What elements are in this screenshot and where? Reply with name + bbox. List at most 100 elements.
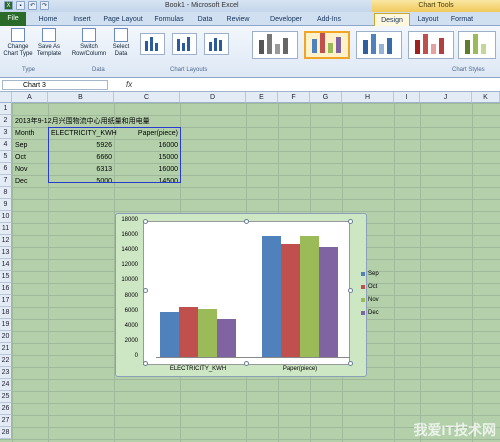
column-header-i[interactable]: I bbox=[394, 92, 420, 103]
column-header-h[interactable]: H bbox=[342, 92, 394, 103]
chart-style-4[interactable] bbox=[408, 31, 454, 59]
table-icon bbox=[114, 28, 128, 42]
row-header-10[interactable]: 10 bbox=[0, 211, 12, 223]
column-header-c[interactable]: C bbox=[114, 92, 180, 103]
resize-handle[interactable] bbox=[348, 288, 353, 293]
row-header-24[interactable]: 24 bbox=[0, 379, 12, 391]
resize-handle[interactable] bbox=[348, 219, 353, 224]
legend-label: Nov bbox=[368, 297, 379, 303]
row-header-13[interactable]: 13 bbox=[0, 247, 12, 259]
chart-style-3[interactable] bbox=[356, 31, 402, 59]
bar-dec-0[interactable] bbox=[217, 319, 236, 357]
save-as-template-button[interactable]: Save As Template bbox=[34, 28, 64, 58]
month-cell[interactable]: Nov bbox=[13, 164, 29, 176]
row-header-8[interactable]: 8 bbox=[0, 187, 12, 199]
bar-nov-0[interactable] bbox=[198, 309, 217, 357]
month-cell[interactable]: Sep bbox=[13, 140, 29, 152]
month-cell[interactable]: Oct bbox=[13, 152, 28, 164]
row-header-7[interactable]: 7 bbox=[0, 175, 12, 187]
bar-oct-0[interactable] bbox=[179, 306, 198, 357]
column-header-f[interactable]: F bbox=[278, 92, 310, 103]
row-header-6[interactable]: 6 bbox=[0, 163, 12, 175]
redo-icon[interactable]: ↷ bbox=[40, 1, 49, 10]
column-header-e[interactable]: E bbox=[246, 92, 278, 103]
switch-row-column-button[interactable]: Switch Row/Column bbox=[70, 28, 108, 58]
row-header-3[interactable]: 3 bbox=[0, 127, 12, 139]
chart-style-1[interactable] bbox=[252, 31, 298, 59]
resize-handle[interactable] bbox=[244, 361, 249, 366]
tab-data[interactable]: Data bbox=[192, 13, 218, 26]
chart-style-5[interactable] bbox=[458, 31, 496, 59]
tab-layout[interactable]: Layout bbox=[412, 13, 444, 26]
select-data-button[interactable]: Select Data bbox=[110, 28, 132, 58]
tab-review[interactable]: Review bbox=[222, 13, 254, 26]
legend-item-oct: Oct bbox=[361, 284, 377, 290]
column-header-d[interactable]: D bbox=[180, 92, 246, 103]
row-header-9[interactable]: 9 bbox=[0, 199, 12, 211]
name-box[interactable]: Chart 3 bbox=[2, 80, 108, 90]
row-header-19[interactable]: 19 bbox=[0, 319, 12, 331]
chart-style-2-selected[interactable] bbox=[304, 31, 350, 59]
resize-handle[interactable] bbox=[244, 219, 249, 224]
resize-handle[interactable] bbox=[143, 361, 148, 366]
bar-nov-1[interactable] bbox=[300, 236, 319, 357]
column-header-j[interactable]: J bbox=[420, 92, 472, 103]
row-header-20[interactable]: 20 bbox=[0, 331, 12, 343]
row-header-15[interactable]: 15 bbox=[0, 271, 12, 283]
tab-developer[interactable]: Developer bbox=[264, 13, 308, 26]
row-header-21[interactable]: 21 bbox=[0, 343, 12, 355]
row-header-26[interactable]: 26 bbox=[0, 403, 12, 415]
resize-handle[interactable] bbox=[143, 219, 148, 224]
tab-file[interactable]: File bbox=[0, 12, 26, 26]
chart-icon bbox=[11, 28, 25, 42]
row-header-18[interactable]: 18 bbox=[0, 307, 12, 319]
legend-swatch bbox=[361, 311, 365, 315]
column-header-b[interactable]: B bbox=[48, 92, 114, 103]
legend-swatch bbox=[361, 285, 365, 289]
row-header-27[interactable]: 27 bbox=[0, 415, 12, 427]
row-header-4[interactable]: 4 bbox=[0, 139, 12, 151]
row-header-5[interactable]: 5 bbox=[0, 151, 12, 163]
tab-insert[interactable]: Insert bbox=[66, 13, 98, 26]
bar-sep-1[interactable] bbox=[262, 236, 281, 357]
bar-sep-0[interactable] bbox=[160, 312, 179, 357]
column-header-k[interactable]: K bbox=[472, 92, 500, 103]
column-header-g[interactable]: G bbox=[310, 92, 342, 103]
tab-formulas[interactable]: Formulas bbox=[150, 13, 188, 26]
row-header-16[interactable]: 16 bbox=[0, 283, 12, 295]
tab-page-layout[interactable]: Page Layout bbox=[100, 13, 146, 26]
change-chart-type-button[interactable]: Change Chart Type bbox=[2, 28, 34, 58]
bar-oct-1[interactable] bbox=[281, 243, 300, 357]
row-header-2[interactable]: 2 bbox=[0, 115, 12, 127]
resize-handle[interactable] bbox=[143, 288, 148, 293]
y-tick-label: 10000 bbox=[121, 277, 138, 284]
tab-home[interactable]: Home bbox=[33, 13, 63, 26]
row-header-11[interactable]: 11 bbox=[0, 223, 12, 235]
month-cell[interactable]: Dec bbox=[13, 176, 29, 188]
chart-layout-2[interactable] bbox=[172, 33, 197, 55]
excel-icon[interactable]: X bbox=[4, 1, 13, 10]
row-header-28[interactable]: 28 bbox=[0, 427, 12, 439]
row-header-1[interactable]: 1 bbox=[0, 103, 12, 115]
legend-swatch bbox=[361, 272, 365, 276]
save-icon[interactable]: ▪ bbox=[16, 1, 25, 10]
row-header-23[interactable]: 23 bbox=[0, 367, 12, 379]
chart-layout-3[interactable] bbox=[204, 33, 229, 55]
resize-handle[interactable] bbox=[348, 361, 353, 366]
bar-dec-1[interactable] bbox=[319, 247, 338, 357]
row-header-22[interactable]: 22 bbox=[0, 355, 12, 367]
chart-layout-1[interactable] bbox=[140, 33, 165, 55]
row-header-14[interactable]: 14 bbox=[0, 259, 12, 271]
row-header-17[interactable]: 17 bbox=[0, 295, 12, 307]
row-header-25[interactable]: 25 bbox=[0, 391, 12, 403]
tab-add-ins[interactable]: Add-Ins bbox=[310, 13, 348, 26]
select-all-corner[interactable] bbox=[0, 92, 12, 103]
y-tick-label: 18000 bbox=[121, 217, 138, 223]
undo-icon[interactable]: ↶ bbox=[28, 1, 37, 10]
column-header-a[interactable]: A bbox=[12, 92, 48, 103]
header-month[interactable]: Month bbox=[13, 128, 36, 140]
tab-format[interactable]: Format bbox=[446, 13, 478, 26]
row-header-12[interactable]: 12 bbox=[0, 235, 12, 247]
fx-icon[interactable]: fx bbox=[126, 80, 132, 89]
tab-design[interactable]: Design bbox=[374, 13, 410, 26]
